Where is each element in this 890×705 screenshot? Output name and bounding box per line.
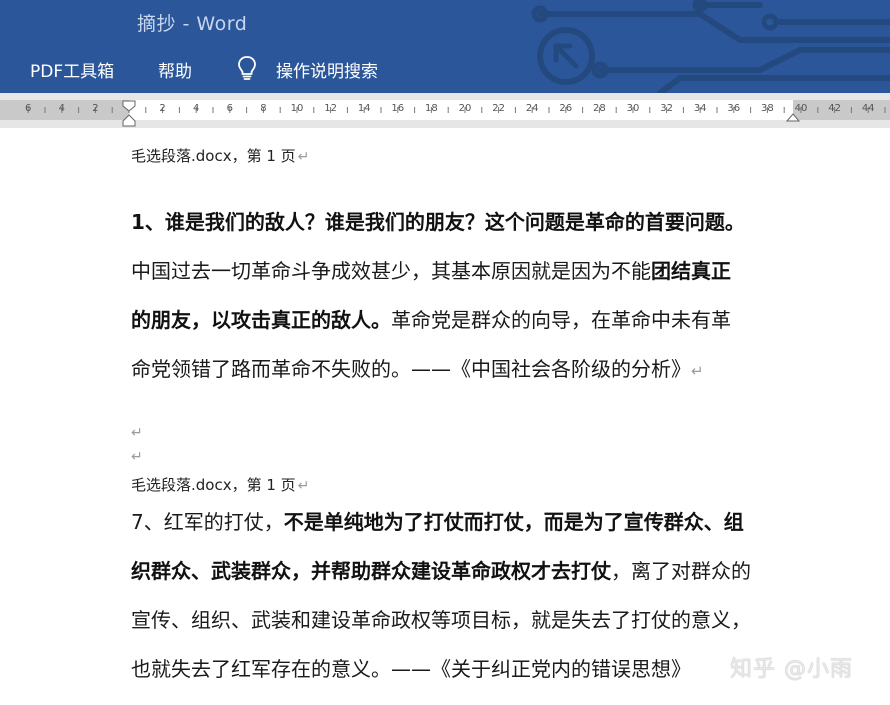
quote-paragraph-1[interactable]: 1、谁是我们的敌人？谁是我们的朋友？这个问题是革命的首要问题。 中国过去一切革命…	[131, 198, 811, 396]
ruler-number: 14	[357, 103, 371, 114]
ruler-number: 12	[324, 103, 337, 114]
ruler-number: 32	[660, 103, 673, 114]
ruler-number: 6	[226, 103, 233, 114]
tell-me-search[interactable]: 操作说明搜索	[276, 57, 378, 82]
circuit-background-decoration	[531, 0, 890, 93]
ruler-number: 40	[794, 103, 808, 114]
ruler-number: 16	[391, 103, 405, 114]
empty-paragraph-mark: ↵	[131, 449, 143, 465]
ruler-number: 4	[193, 103, 200, 114]
empty-paragraph-mark: ↵	[131, 425, 143, 441]
ruler-number: 8	[260, 103, 267, 114]
bold-text: 不是单纯地为了打仗而打仗，而是为了宣传群众、组	[283, 510, 744, 534]
ruler-number: 10	[290, 103, 304, 114]
ruler-number: 2	[159, 103, 166, 114]
bold-text: 的朋友，以攻击真正的敌人。	[131, 308, 391, 332]
ruler-number: 30	[626, 103, 640, 114]
paragraph-line: 宣传、组织、武装和建设革命政权等项目标，就是失去了打仗的意义，	[131, 596, 811, 645]
paragraph-mark: ↵	[297, 149, 310, 165]
ruler-number: 42	[828, 103, 841, 114]
ruler-number: 18	[425, 103, 438, 114]
ruler-number: 4	[58, 103, 65, 114]
bold-text: 织群众、武装群众，并帮助群众建设革命政权才去打仗	[131, 559, 611, 583]
bold-text: 1、谁是我们的敌人？谁是我们的朋友？这个问题是革命的首要问题。	[131, 210, 745, 234]
tab-pdf-tools[interactable]: PDF工具箱	[30, 57, 114, 82]
ruler-number: 44	[861, 103, 875, 114]
paragraph-line: 命党领错了路而革命不失败的。——《中国社会各阶级的分析》↵	[131, 345, 811, 396]
paragraph-mark: ↵	[691, 362, 704, 380]
paragraph-line: 1、谁是我们的敌人？谁是我们的朋友？这个问题是革命的首要问题。	[131, 198, 811, 247]
body-text: ，离了对群众的	[611, 559, 751, 583]
ruler-number: 2	[92, 103, 99, 114]
bold-text: 团结真正	[651, 259, 731, 283]
ruler-number: 26	[559, 103, 573, 114]
body-text: 中国过去一切革命斗争成效甚少，其基本原因就是因为不能	[131, 259, 651, 283]
source-label-text: 毛选段落.docx，第 1 页	[131, 147, 296, 165]
ruler-number: 22	[492, 103, 505, 114]
paragraph-mark: ↵	[297, 478, 310, 494]
source-label: 毛选段落.docx，第 1 页 ↵	[131, 474, 309, 495]
paragraph-line: 的朋友，以攻击真正的敌人。革命党是群众的向导，在革命中未有革	[131, 296, 811, 345]
body-text: 宣传、组织、武装和建设革命政权等项目标，就是失去了打仗的意义，	[131, 608, 751, 632]
ribbon-header: 摘抄 - Word PDF工具箱 帮助 操作说明搜索	[0, 0, 890, 93]
source-label: 毛选段落.docx，第 1 页 ↵	[131, 145, 309, 166]
body-text: 革命党是群众的向导，在革命中未有革	[391, 308, 731, 332]
ruler-number: 38	[761, 103, 774, 114]
body-text: 命党领错了路而革命不失败的。——《中国社会各阶级的分析》	[131, 357, 691, 381]
quote-paragraph-7[interactable]: 7、红军的打仗，不是单纯地为了打仗而打仗，而是为了宣传群众、组 织群众、武装群众…	[131, 498, 811, 694]
paragraph-line: 也就失去了红军存在的意义。——《关于纠正党内的错误思想》	[131, 645, 811, 694]
ruler-number: 28	[593, 103, 606, 114]
ruler-number: 36	[727, 103, 741, 114]
source-label-text: 毛选段落.docx，第 1 页	[131, 476, 296, 494]
ruler-number: 34	[693, 103, 707, 114]
lightbulb-icon[interactable]	[236, 55, 258, 81]
paragraph-line: 织群众、武装群众，并帮助群众建设革命政权才去打仗，离了对群众的	[131, 547, 811, 596]
body-text: 也就失去了红军存在的意义。——《关于纠正党内的错误思想》	[131, 657, 691, 681]
ruler-number: 20	[458, 103, 472, 114]
window-title: 摘抄 - Word	[137, 13, 248, 35]
zhihu-watermark: 知乎 @小雨	[730, 657, 853, 682]
paragraph-line: 7、红军的打仗，不是单纯地为了打仗而打仗，而是为了宣传群众、组	[131, 498, 811, 547]
ruler-numbers: 6 4 2 2 4 6 8 10 12 14 16 18 20 22 24 26 28 30 32 34 36 38 40 4…	[0, 103, 890, 117]
paragraph-line: 中国过去一切革命斗争成效甚少，其基本原因就是因为不能团结真正	[131, 247, 811, 296]
ruler-number: 24	[525, 103, 539, 114]
tab-help[interactable]: 帮助	[158, 57, 192, 82]
ruler-number: 6	[25, 103, 32, 114]
body-text: 7、红军的打仗，	[131, 510, 284, 534]
